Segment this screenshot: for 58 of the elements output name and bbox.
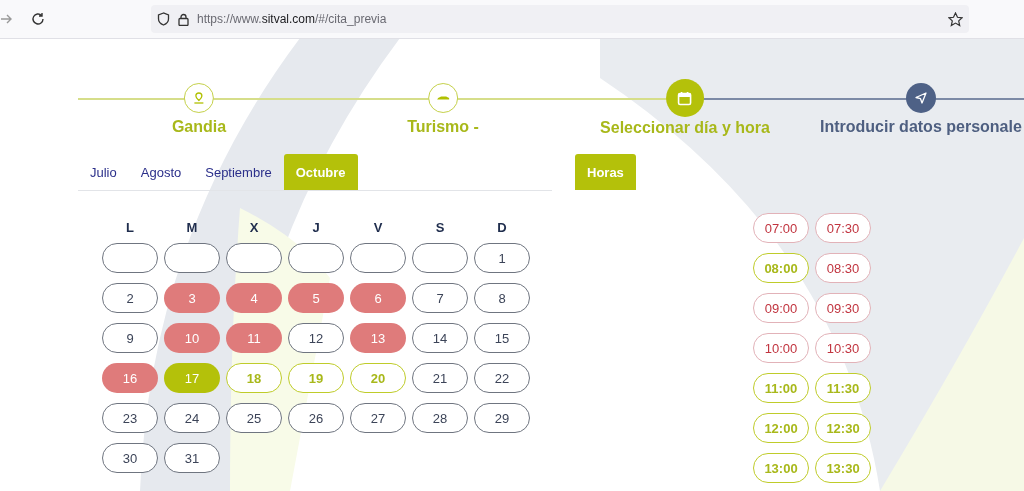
day-button[interactable]: 11	[226, 323, 282, 353]
step-label: Seleccionar día y hora	[600, 119, 770, 137]
day-button[interactable]: 10	[164, 323, 220, 353]
address-bar[interactable]: https://www.sitval.com/#/cita_previa	[151, 5, 969, 33]
time-slot-button[interactable]: 08:30	[815, 253, 871, 283]
day-button[interactable]: 23	[102, 403, 158, 433]
day-button[interactable]: 30	[102, 443, 158, 473]
day-button[interactable]: 6	[350, 283, 406, 313]
weekday-label: S	[434, 220, 446, 235]
day-button[interactable]: 21	[412, 363, 468, 393]
day-button[interactable]: 27	[350, 403, 406, 433]
weekday-label: V	[372, 220, 384, 235]
day-button[interactable]: 26	[288, 403, 344, 433]
weekday-label: D	[496, 220, 508, 235]
day-button[interactable]: 3	[164, 283, 220, 313]
url-text: https://www.sitval.com/#/cita_previa	[197, 12, 387, 26]
day-button[interactable]: 12	[288, 323, 344, 353]
step-label: Introducir datos personale	[820, 118, 1022, 136]
shield-icon	[157, 12, 170, 26]
day-button[interactable]: 14	[412, 323, 468, 353]
day-button[interactable]: 1	[474, 243, 530, 273]
day-button[interactable]: 13	[350, 323, 406, 353]
calendar-icon	[677, 90, 693, 106]
day-button[interactable]: 4	[226, 283, 282, 313]
time-slot-button[interactable]: 10:00	[753, 333, 809, 363]
forward-arrow-icon[interactable]	[0, 13, 12, 25]
weekday-label: M	[185, 220, 199, 235]
step-label: Gandia	[171, 118, 227, 136]
day-button[interactable]: 15	[474, 323, 530, 353]
step-label: Turismo -	[407, 118, 479, 136]
day-button[interactable]: 5	[288, 283, 344, 313]
day-button[interactable]: 7	[412, 283, 468, 313]
location-pin-icon	[193, 92, 205, 104]
day-button[interactable]: 28	[412, 403, 468, 433]
time-slot-button[interactable]: 10:30	[815, 333, 871, 363]
weekday-label: X	[248, 220, 260, 235]
star-icon[interactable]	[948, 11, 963, 27]
reload-icon[interactable]	[31, 12, 45, 26]
weekday-label: J	[311, 220, 321, 235]
day-button[interactable]: 24	[164, 403, 220, 433]
time-slot-button[interactable]: 09:00	[753, 293, 809, 323]
day-button[interactable]: 25	[226, 403, 282, 433]
day-button[interactable]: 31	[164, 443, 220, 473]
weekday-label: L	[125, 220, 135, 235]
lock-icon	[178, 12, 189, 26]
month-tab[interactable]: Agosto	[128, 154, 194, 190]
day-button[interactable]: 16	[102, 363, 158, 393]
day-button[interactable]: 9	[102, 323, 158, 353]
navigation-arrow-icon	[914, 92, 927, 104]
time-slot-button[interactable]: 07:00	[753, 213, 809, 243]
month-tab[interactable]: Septiembre	[193, 154, 284, 190]
day-button[interactable]: 2	[102, 283, 158, 313]
time-slot-button[interactable]: 09:30	[815, 293, 871, 323]
day-button[interactable]: 22	[474, 363, 530, 393]
day-button[interactable]: 29	[474, 403, 530, 433]
time-slot-button[interactable]: 07:30	[815, 213, 871, 243]
month-tab[interactable]: Julio	[78, 154, 129, 190]
day-button[interactable]: 8	[474, 283, 530, 313]
